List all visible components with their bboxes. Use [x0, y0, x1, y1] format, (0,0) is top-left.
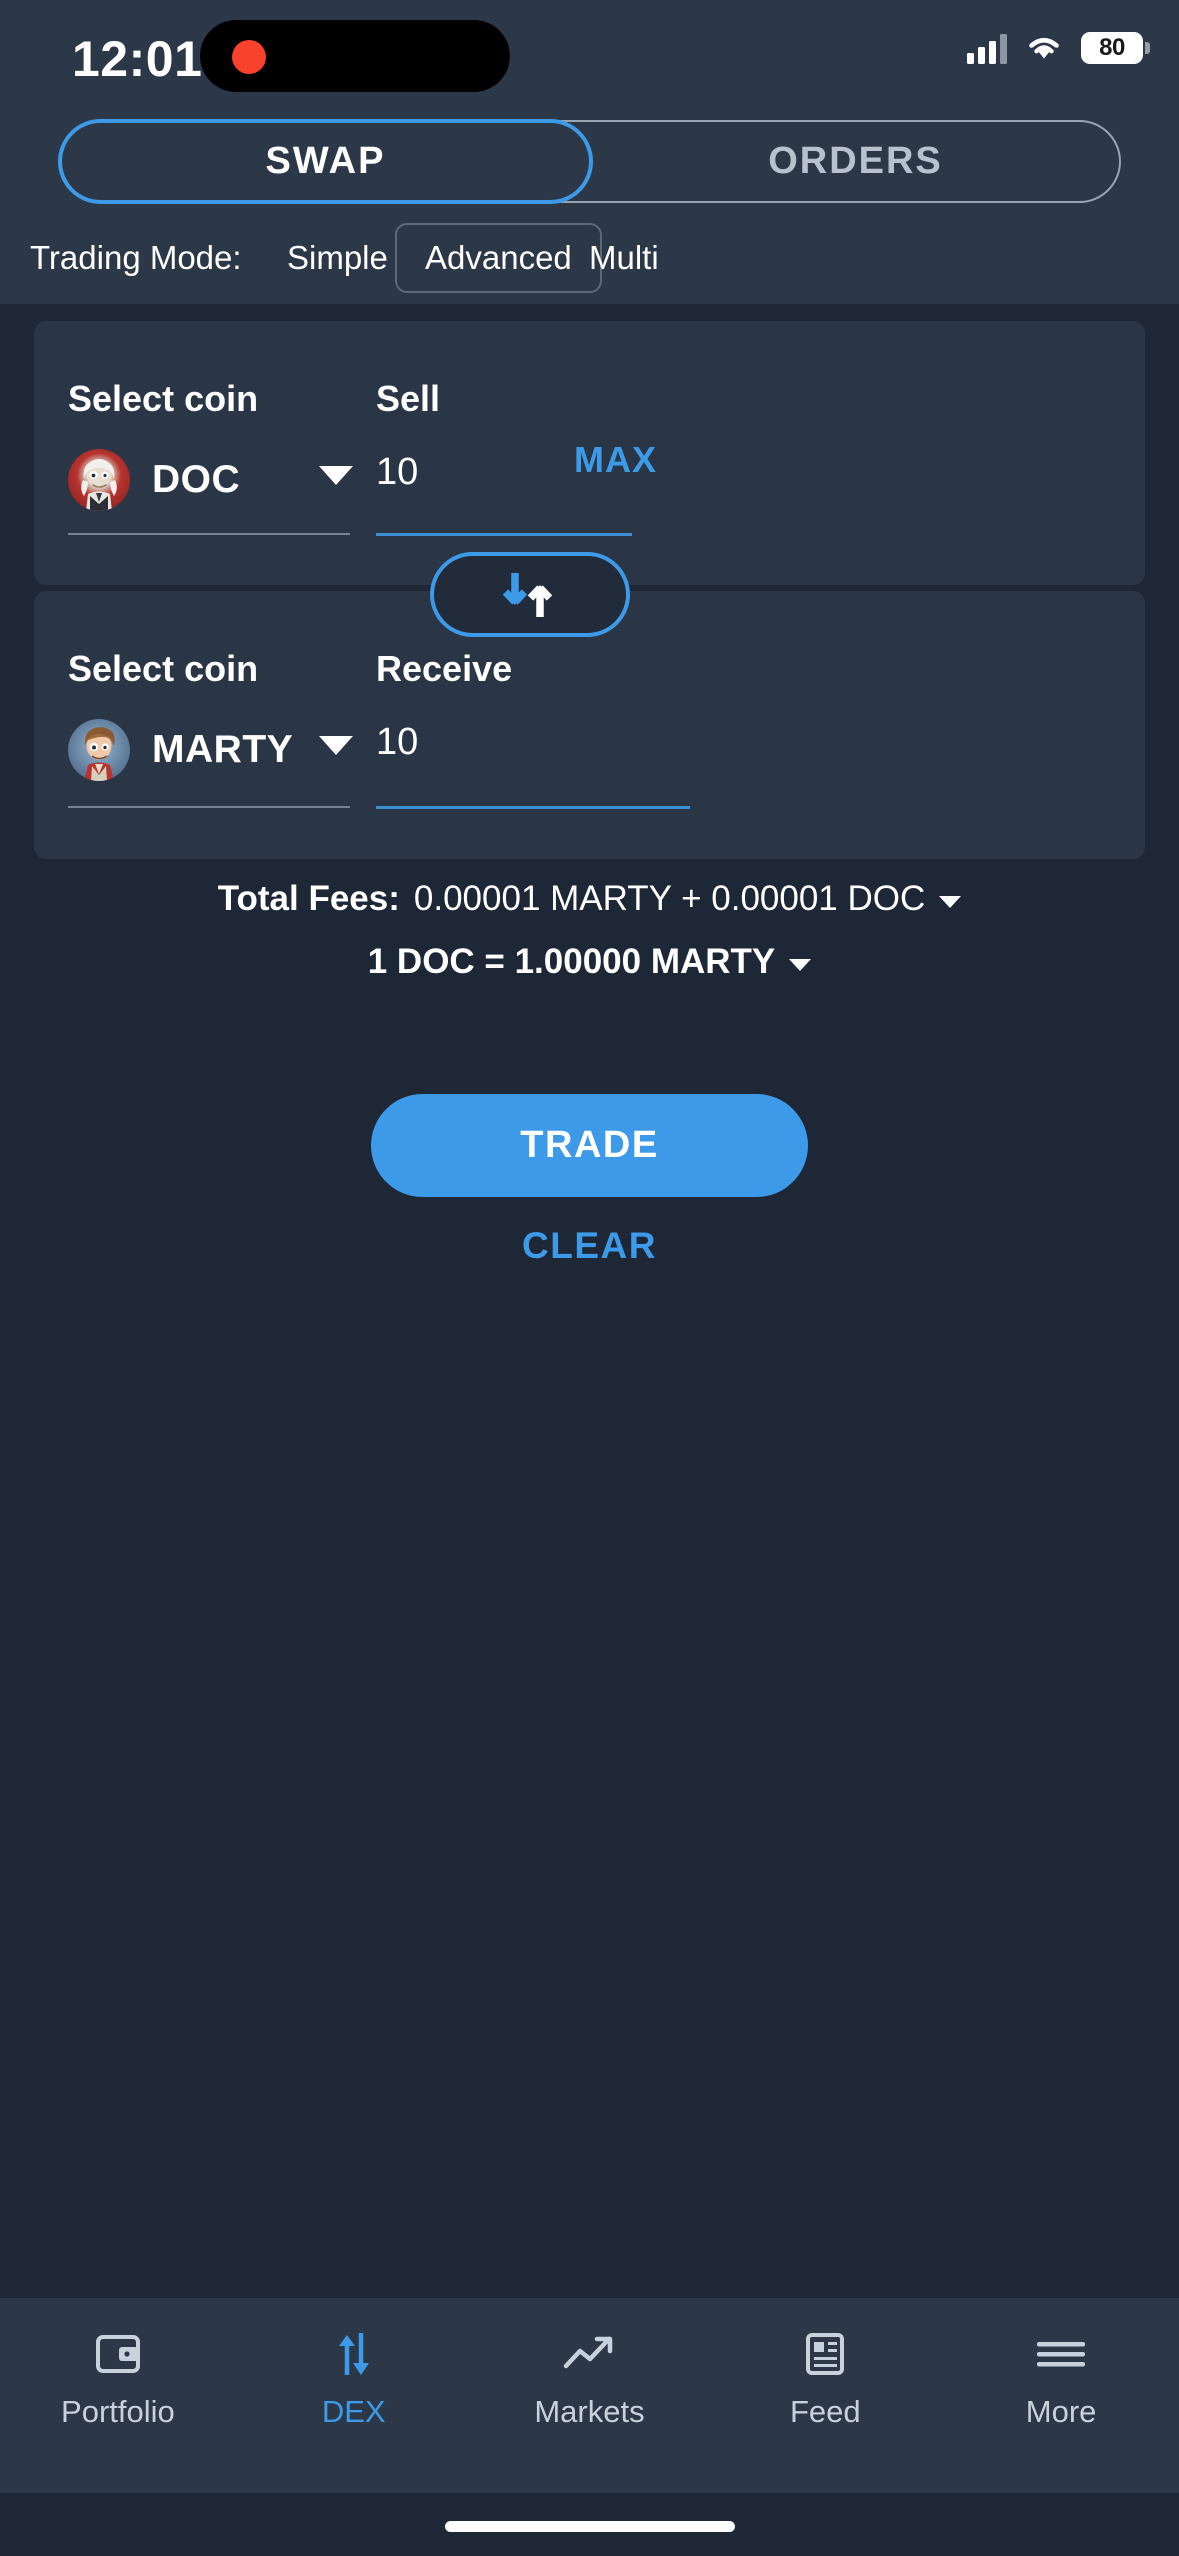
- doc-coin-avatar: [68, 449, 130, 511]
- clear-button-container: CLEAR: [0, 1225, 1179, 1267]
- trading-mode-advanced[interactable]: Advanced: [395, 223, 602, 293]
- segmented-control: SWAP ORDERS: [58, 119, 1121, 204]
- exchange-rate-chevron-down-icon[interactable]: [789, 958, 812, 971]
- receive-amount-input[interactable]: 10: [376, 721, 418, 764]
- swap-vertical-arrows-icon: [502, 572, 553, 617]
- trading-mode-multi[interactable]: Multi: [589, 239, 659, 277]
- total-fees-value: 0.00001 MARTY + 0.00001 DOC: [413, 879, 926, 918]
- sell-card: Select coin Sell DOC 10 MAX: [34, 321, 1145, 585]
- trading-mode-simple[interactable]: Simple: [287, 239, 388, 277]
- battery-cap: [1145, 42, 1150, 54]
- receive-coin-symbol: MARTY: [152, 728, 294, 771]
- bottom-navigation-bar: Portfolio DEX Markets Feed More: [0, 2298, 1179, 2493]
- tab-orders[interactable]: ORDERS: [592, 122, 1119, 201]
- swap-arrows-icon: [330, 2327, 378, 2381]
- tab-swap[interactable]: SWAP: [58, 119, 593, 204]
- nav-item-portfolio[interactable]: Portfolio: [0, 2298, 236, 2430]
- exchange-rate-text: 1 DOC = 1.00000 MARTY: [367, 942, 776, 981]
- trade-button-container: TRADE: [0, 1094, 1179, 1197]
- receive-coin-selector[interactable]: MARTY: [68, 711, 524, 789]
- status-bar-time: 12:01: [72, 31, 203, 87]
- nav-item-more[interactable]: More: [943, 2298, 1179, 2430]
- trading-mode-label: Trading Mode:: [30, 239, 242, 276]
- nav-label-dex: DEX: [321, 2394, 386, 2429]
- marty-coin-avatar: [68, 719, 130, 781]
- receive-amount-label: Receive: [376, 648, 513, 689]
- nav-label-feed: Feed: [789, 2394, 861, 2429]
- chart-line-icon: [561, 2327, 617, 2381]
- total-fees-row[interactable]: Total Fees: 0.00001 MARTY + 0.00001 DOC: [0, 879, 1179, 919]
- battery-icon: 80: [1081, 32, 1150, 64]
- receive-select-coin-label: Select coin: [68, 648, 259, 689]
- trading-mode-bar: Trading Mode: Simple Advanced Multi: [0, 212, 1179, 304]
- nav-label-markets: Markets: [534, 2394, 645, 2429]
- swap-direction-toggle[interactable]: [430, 552, 630, 637]
- sell-chevron-down-icon[interactable]: [319, 466, 353, 485]
- nav-item-feed[interactable]: Feed: [707, 2298, 943, 2430]
- sell-coin-symbol: DOC: [152, 458, 241, 501]
- exchange-rate-row[interactable]: 1 DOC = 1.00000 MARTY: [0, 942, 1179, 982]
- sell-amount-underline: [376, 533, 632, 536]
- receive-chevron-down-icon[interactable]: [319, 736, 353, 755]
- recording-indicator-dot: [232, 40, 266, 74]
- hamburger-menu-icon: [1033, 2327, 1089, 2381]
- app-screen: 12:01 80 SWAP ORDERS Trading Mode: Simpl…: [0, 0, 1179, 2556]
- nav-item-dex[interactable]: DEX: [236, 2298, 472, 2430]
- news-feed-icon: [802, 2327, 848, 2381]
- sell-amount-label: Sell: [376, 378, 441, 419]
- cellular-signal-icon: [967, 32, 1007, 64]
- clear-button[interactable]: CLEAR: [522, 1225, 657, 1267]
- receive-coin-underline: [68, 806, 350, 808]
- home-indicator[interactable]: [444, 2521, 735, 2532]
- dynamic-island[interactable]: [200, 20, 510, 92]
- receive-amount-underline: [376, 806, 690, 809]
- trade-button[interactable]: TRADE: [371, 1094, 808, 1197]
- sell-amount-input[interactable]: 10: [376, 451, 418, 494]
- total-fees-chevron-down-icon[interactable]: [939, 895, 962, 908]
- sell-max-button[interactable]: MAX: [574, 439, 657, 481]
- nav-label-portfolio: Portfolio: [61, 2394, 175, 2429]
- main-content: Select coin Sell DOC 10 MAX Select coin …: [0, 304, 1179, 2298]
- nav-label-more: More: [1025, 2394, 1097, 2429]
- wallet-icon: [93, 2327, 143, 2381]
- total-fees-label: Total Fees:: [217, 879, 400, 918]
- sell-coin-underline: [68, 533, 350, 535]
- sell-coin-selector[interactable]: DOC: [68, 441, 524, 519]
- nav-item-markets[interactable]: Markets: [472, 2298, 708, 2430]
- battery-level-text: 80: [1099, 34, 1125, 61]
- top-tab-bar: SWAP ORDERS: [0, 112, 1179, 212]
- wifi-icon: [1029, 37, 1059, 59]
- status-bar: 12:01 80: [0, 0, 1179, 112]
- status-bar-indicators: 80: [967, 32, 1150, 64]
- sell-select-coin-label: Select coin: [68, 378, 259, 419]
